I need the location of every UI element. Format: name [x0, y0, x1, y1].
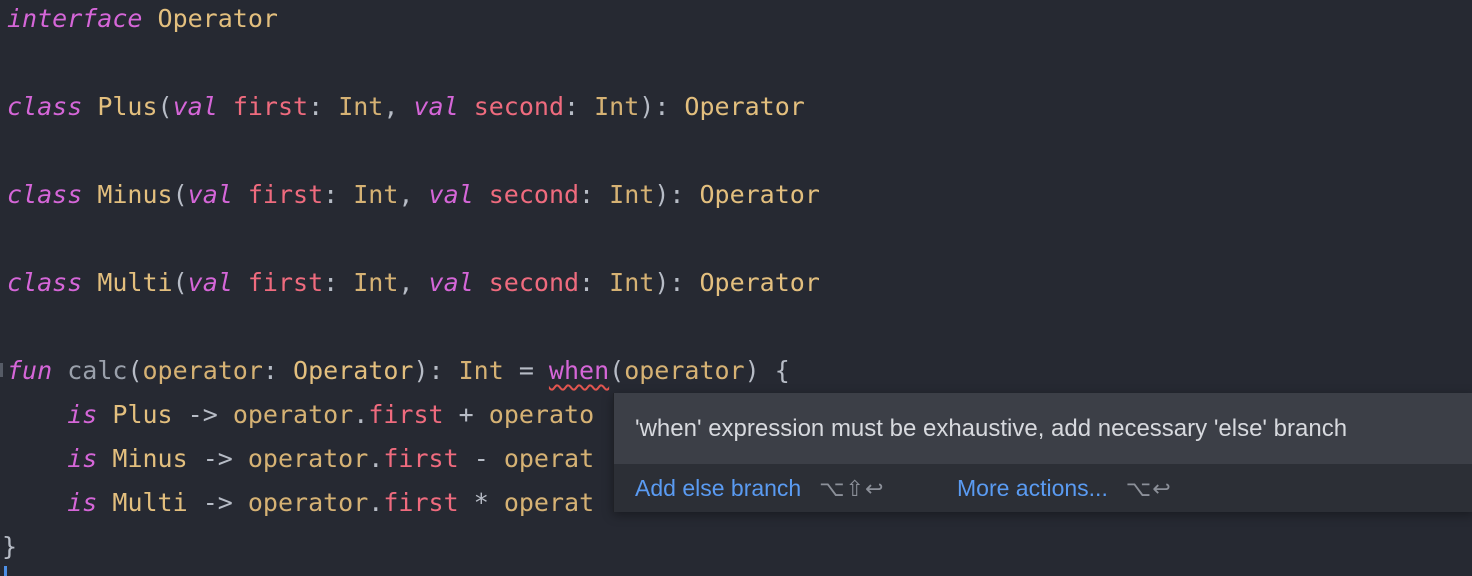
add-else-branch-action[interactable]: Add else branch ⌥⇧↩	[635, 464, 884, 512]
add-else-branch-link[interactable]: Add else branch	[635, 475, 801, 501]
popup-actions-row: Add else branch ⌥⇧↩ More actions... ⌥↩	[614, 464, 1472, 512]
code-line-multi[interactable]: class Multi(val first: Int, val second: …	[7, 268, 820, 298]
return-type: Int	[458, 356, 504, 385]
code-line-1[interactable]: interface Operator	[7, 4, 278, 34]
function-name: calc	[67, 356, 128, 385]
code-line-minus[interactable]: class Minus(val first: Int, val second: …	[7, 180, 820, 210]
when-keyword-error[interactable]: when	[549, 356, 609, 385]
receiver: operator	[247, 444, 369, 473]
closing-brace: }	[2, 532, 18, 561]
when-argument: operator	[624, 356, 745, 385]
keyword: fun	[7, 356, 53, 385]
code-line-plus[interactable]: class Plus(val first: Int, val second: I…	[7, 92, 805, 122]
shortcut-hint: ⌥↩	[1125, 476, 1172, 501]
property-name: first	[247, 180, 324, 209]
class-name: Multi	[97, 268, 173, 297]
receiver: operat	[503, 444, 595, 473]
property-name: first	[383, 488, 459, 517]
type-name: Int	[353, 268, 399, 297]
caret-marker	[4, 566, 7, 576]
receiver: operato	[488, 400, 595, 429]
receiver: operator	[247, 488, 369, 517]
supertype-name: Operator	[699, 268, 820, 297]
type-name: Operator	[293, 356, 414, 385]
property-name: first	[247, 268, 324, 297]
keyword: class	[7, 92, 83, 121]
property-name: second	[488, 180, 580, 209]
gutter-fold-marker[interactable]	[0, 363, 3, 377]
keyword: class	[7, 180, 83, 209]
keyword: is	[67, 400, 98, 429]
keyword: val	[413, 92, 459, 121]
keyword: class	[7, 268, 83, 297]
keyword: val	[172, 92, 218, 121]
type-name: Multi	[112, 488, 188, 517]
shortcut-hint: ⌥⇧↩	[819, 476, 885, 501]
code-line-branch-multi[interactable]: is Multi -> operator.first * operat	[7, 488, 594, 518]
property-name: second	[473, 92, 564, 121]
code-line-branch-plus[interactable]: is Plus -> operator.first + operato	[7, 400, 594, 430]
type-name: Minus	[112, 444, 188, 473]
code-line-branch-minus[interactable]: is Minus -> operator.first - operat	[7, 444, 594, 474]
type-name: Int	[594, 92, 640, 121]
property-name: first	[232, 92, 309, 121]
supertype-name: Operator	[684, 92, 805, 121]
parameter-name: operator	[142, 356, 263, 385]
keyword: interface	[7, 4, 143, 33]
property-name: second	[488, 268, 580, 297]
type-name: Int	[353, 180, 399, 209]
error-message: 'when' expression must be exhaustive, ad…	[614, 393, 1472, 464]
keyword: val	[187, 268, 233, 297]
code-line-closing[interactable]: }	[2, 532, 17, 562]
type-name: Int	[609, 180, 655, 209]
class-name: Minus	[97, 180, 173, 209]
code-line-fun[interactable]: fun calc(operator: Operator): Int = when…	[7, 356, 790, 386]
operator-symbol: +	[458, 400, 474, 429]
supertype-name: Operator	[699, 180, 820, 209]
receiver: operat	[503, 488, 595, 517]
interface-name: Operator	[157, 4, 278, 33]
class-name: Plus	[97, 92, 158, 121]
keyword: val	[428, 268, 474, 297]
property-name: first	[383, 444, 459, 473]
type-name: Plus	[112, 400, 173, 429]
receiver: operator	[232, 400, 354, 429]
type-name: Int	[338, 92, 384, 121]
keyword: val	[187, 180, 233, 209]
keyword: val	[428, 180, 474, 209]
more-actions-link[interactable]: More actions...	[957, 475, 1108, 501]
error-popup: 'when' expression must be exhaustive, ad…	[613, 393, 1472, 512]
more-actions-action[interactable]: More actions... ⌥↩	[957, 464, 1172, 512]
keyword: is	[67, 444, 98, 473]
operator-symbol: -	[473, 444, 489, 473]
keyword: is	[67, 488, 98, 517]
property-name: first	[368, 400, 444, 429]
type-name: Int	[609, 268, 655, 297]
operator-symbol: *	[473, 488, 489, 517]
